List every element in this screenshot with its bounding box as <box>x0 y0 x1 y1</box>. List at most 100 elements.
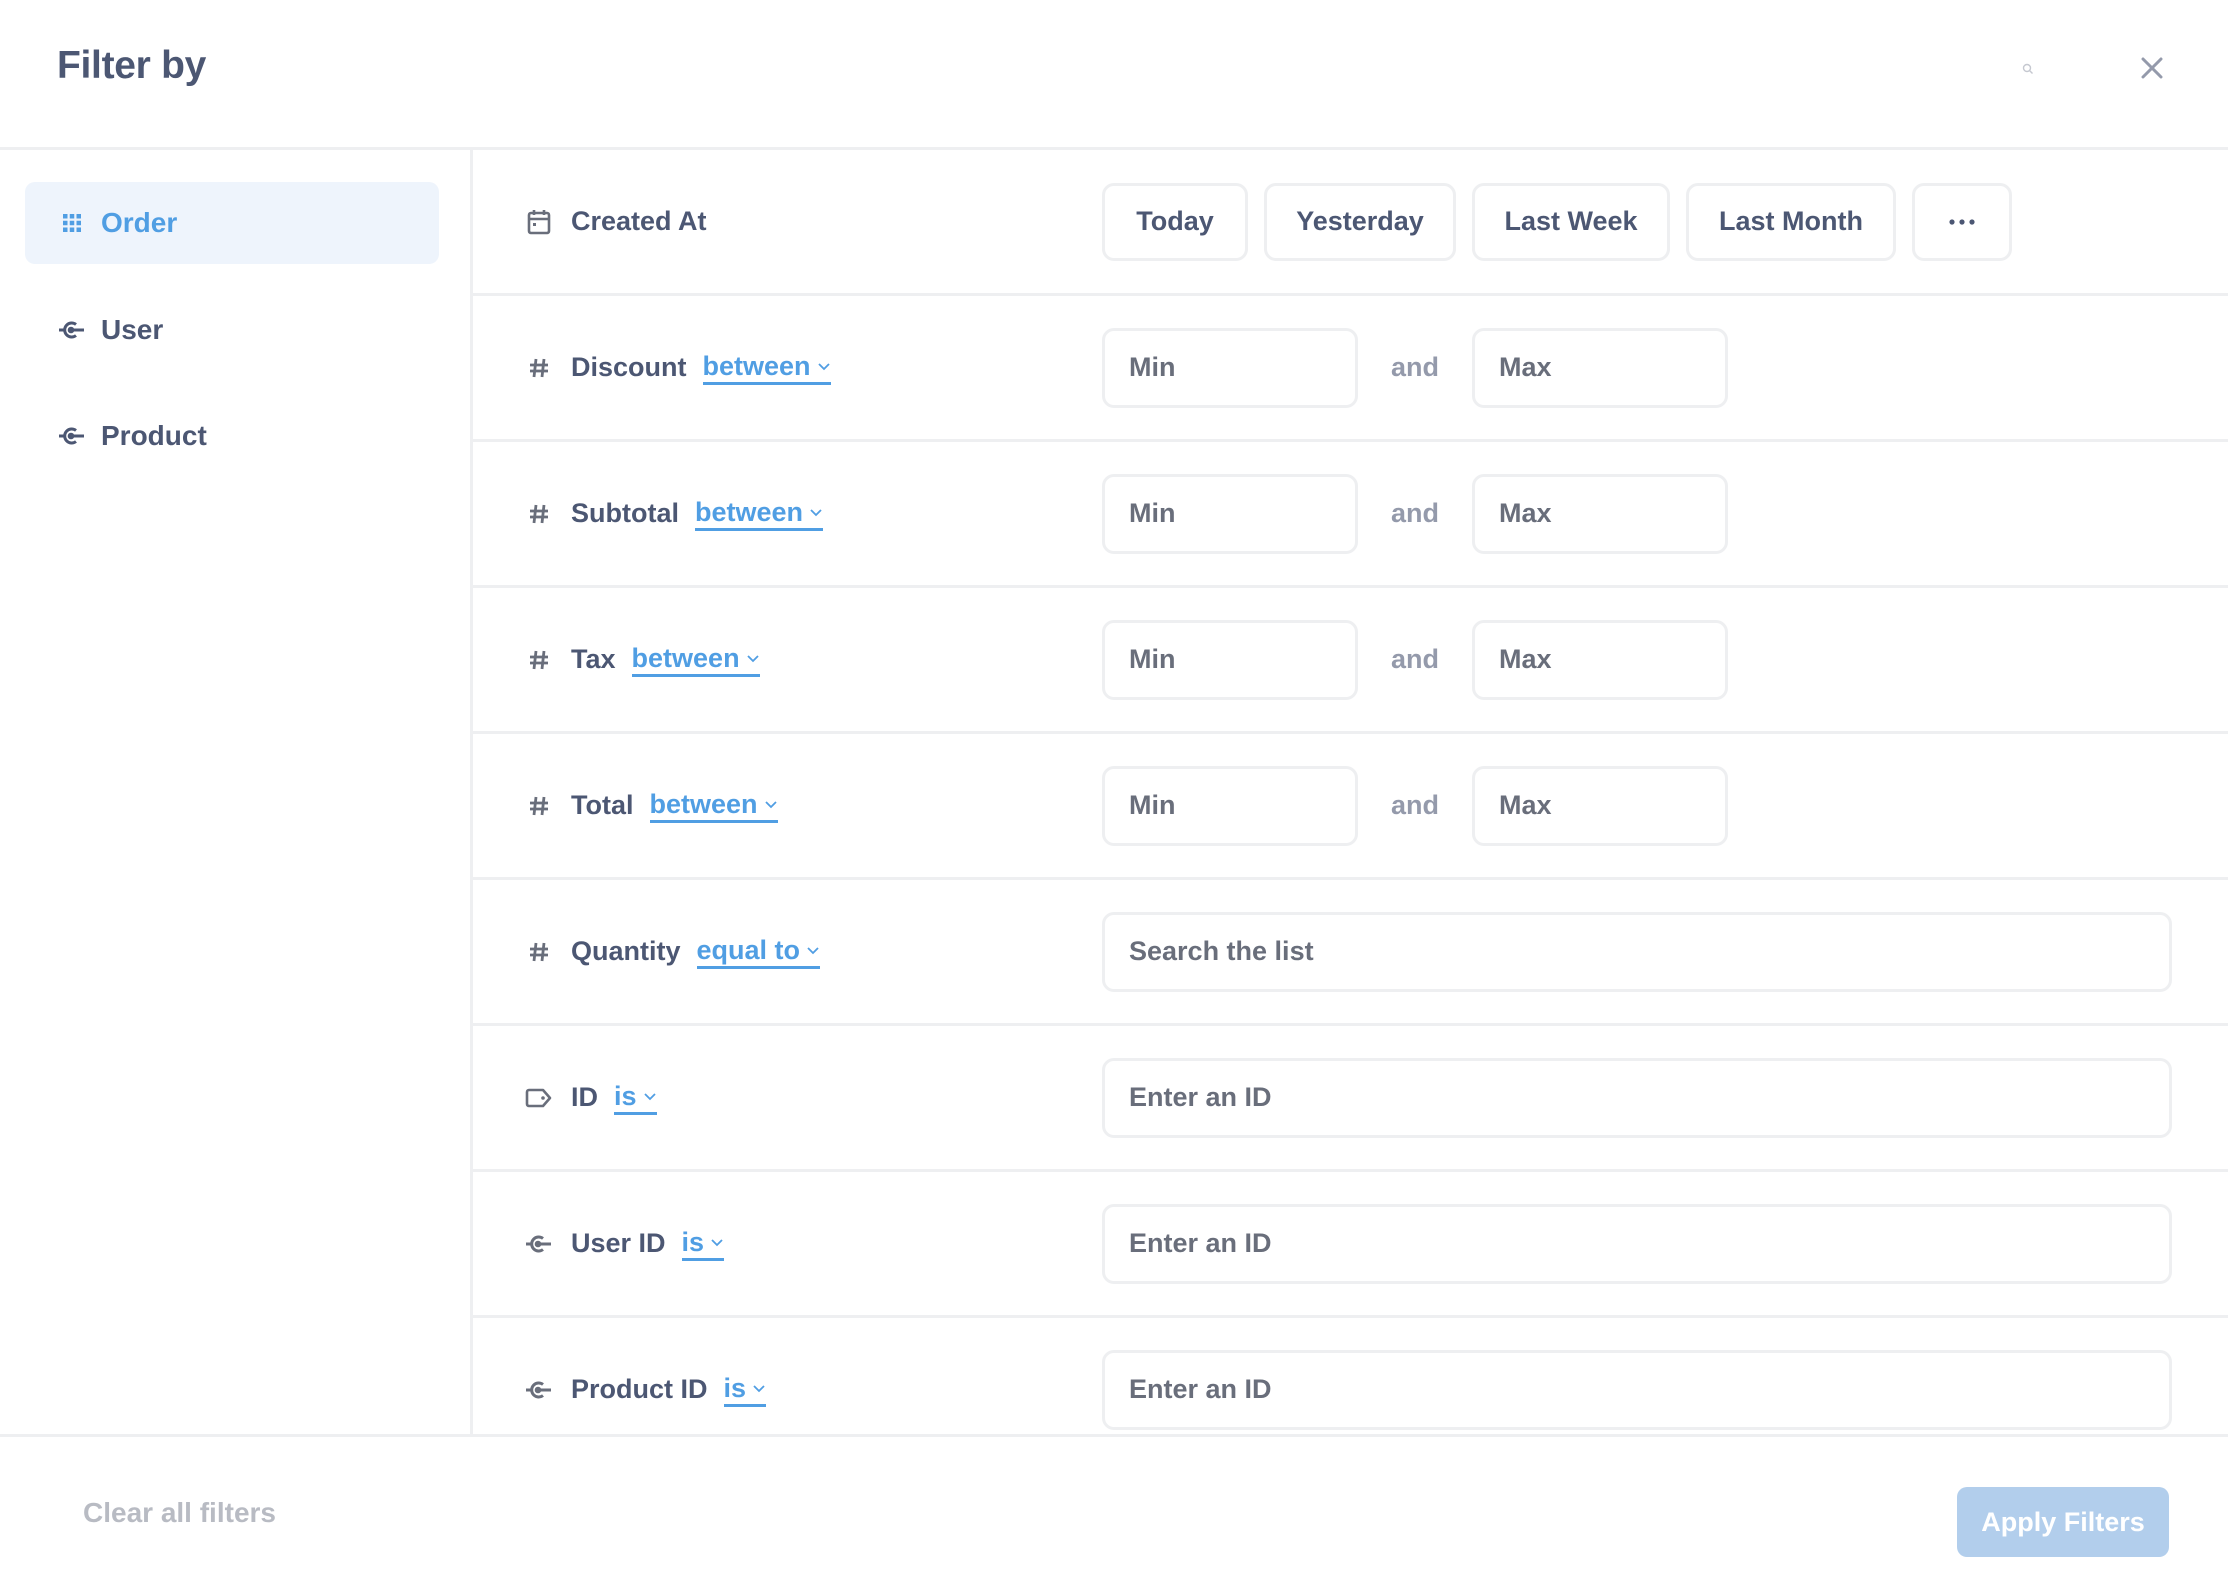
and-label: and <box>1390 790 1439 820</box>
operator-dropdown[interactable]: is <box>614 1081 657 1115</box>
filter-list[interactable]: Created At Today Yesterday Last Week Las… <box>473 150 2228 1434</box>
operator-dropdown[interactable]: between <box>702 350 831 385</box>
chevron-down-icon <box>809 505 823 519</box>
operator-dropdown[interactable]: between <box>695 496 824 531</box>
filter-label: Discount <box>571 352 687 382</box>
range-inputs: and <box>1102 588 1728 731</box>
more-options-button[interactable] <box>1912 182 2012 261</box>
filter-label-area: Tax between <box>525 588 760 731</box>
yesterday-button[interactable]: Yesterday <box>1264 182 1456 261</box>
sidebar-item-product[interactable]: Product <box>25 395 439 477</box>
filter-row-tax: Tax between and <box>473 588 2228 734</box>
filter-label-area: Product ID is <box>525 1318 767 1434</box>
sidebar-item-user[interactable]: User <box>25 289 439 371</box>
min-input[interactable] <box>1102 619 1358 700</box>
filter-label-area: Discount between <box>525 296 831 439</box>
filter-row-product-id: Product ID is <box>473 1318 2228 1434</box>
operator-dropdown[interactable]: equal to <box>696 934 821 969</box>
hash-icon <box>525 646 553 674</box>
id-input-wrap <box>1102 1026 2172 1169</box>
operator-label: between <box>649 788 758 819</box>
sidebar-item-label: Product <box>101 420 207 451</box>
operator-label: between <box>702 350 811 381</box>
and-label: and <box>1390 644 1439 674</box>
operator-label: is <box>723 1372 747 1403</box>
filter-label: User ID <box>571 1228 666 1258</box>
operator-dropdown[interactable]: between <box>649 788 778 823</box>
foreign-key-icon <box>525 1376 553 1404</box>
filter-label: Subtotal <box>571 498 679 528</box>
max-input[interactable] <box>1472 765 1728 846</box>
operator-label: is <box>681 1226 705 1257</box>
filter-label-area: User ID is <box>525 1172 725 1315</box>
filter-row-total: Total between and <box>473 734 2228 880</box>
tag-icon <box>525 1084 553 1112</box>
min-input[interactable] <box>1102 327 1358 408</box>
sidebar: Order User Product <box>0 150 473 1434</box>
chevron-down-icon <box>806 943 820 957</box>
operator-dropdown[interactable]: is <box>681 1226 725 1261</box>
chevron-down-icon <box>746 651 760 665</box>
search-list-input[interactable] <box>1102 911 2172 992</box>
clear-all-filters-button[interactable]: Clear all filters <box>83 1497 276 1529</box>
and-label: and <box>1390 498 1439 528</box>
today-button[interactable]: Today <box>1102 182 1248 261</box>
filter-label-area: Subtotal between <box>525 442 824 585</box>
close-button[interactable] <box>2136 52 2168 84</box>
filter-row-user-id: User ID is <box>473 1172 2228 1318</box>
filter-row-id: ID is <box>473 1026 2228 1172</box>
min-input[interactable] <box>1102 473 1358 554</box>
chevron-down-icon <box>752 1381 766 1395</box>
id-input-wrap <box>1102 1172 2172 1315</box>
last-week-button[interactable]: Last Week <box>1472 182 1670 261</box>
hash-icon <box>525 500 553 528</box>
max-input[interactable] <box>1472 473 1728 554</box>
operator-label: between <box>695 496 804 527</box>
operator-label: equal to <box>696 934 801 965</box>
date-shortcuts: Today Yesterday Last Week Last Month <box>1102 150 2028 293</box>
and-label: and <box>1390 352 1439 382</box>
operator-dropdown[interactable]: is <box>723 1372 767 1407</box>
operator-dropdown[interactable]: between <box>631 643 760 677</box>
close-icon <box>2141 57 2163 79</box>
filter-row-created-at: Created At Today Yesterday Last Week Las… <box>473 150 2228 296</box>
apply-filters-button[interactable]: Apply Filters <box>1957 1487 2169 1557</box>
filter-modal: Filter by Order User Product Created At … <box>0 0 2228 1594</box>
filter-label: Tax <box>571 644 616 674</box>
filter-row-discount: Discount between and <box>473 296 2228 442</box>
foreign-key-icon <box>525 1230 553 1258</box>
filter-label-area: Quantity equal to <box>525 880 821 1023</box>
chevron-down-icon <box>817 359 831 373</box>
modal-title: Filter by <box>57 44 206 87</box>
user-id-input[interactable] <box>1102 1203 2172 1284</box>
max-input[interactable] <box>1472 619 1728 700</box>
id-input[interactable] <box>1102 1057 2172 1138</box>
search-icon[interactable] <box>2022 62 2034 74</box>
chevron-down-icon <box>643 1089 657 1103</box>
grid-icon <box>59 210 85 236</box>
filter-row-subtotal: Subtotal between and <box>473 442 2228 588</box>
ellipsis-icon <box>1949 218 1975 225</box>
filter-label: Quantity <box>571 936 681 966</box>
modal-header: Filter by <box>0 0 2228 150</box>
chevron-down-icon <box>764 797 778 811</box>
operator-label: is <box>614 1080 637 1111</box>
sidebar-item-order[interactable]: Order <box>25 182 439 264</box>
max-input[interactable] <box>1472 327 1728 408</box>
filter-label: Total <box>571 790 634 820</box>
range-inputs: and <box>1102 734 1728 877</box>
list-search <box>1102 880 2172 1023</box>
range-inputs: and <box>1102 442 1728 585</box>
last-month-button[interactable]: Last Month <box>1686 182 1896 261</box>
chevron-down-icon <box>710 1235 724 1249</box>
id-input-wrap <box>1102 1318 2172 1434</box>
filter-label-area: ID is <box>525 1026 657 1169</box>
modal-footer: Clear all filters Apply Filters <box>0 1434 2228 1594</box>
hash-icon <box>525 938 553 966</box>
hash-icon <box>525 354 553 382</box>
min-input[interactable] <box>1102 765 1358 846</box>
foreign-key-icon <box>59 317 85 343</box>
filter-label: Product ID <box>571 1374 708 1404</box>
foreign-key-icon <box>59 423 85 449</box>
product-id-input[interactable] <box>1102 1349 2172 1430</box>
